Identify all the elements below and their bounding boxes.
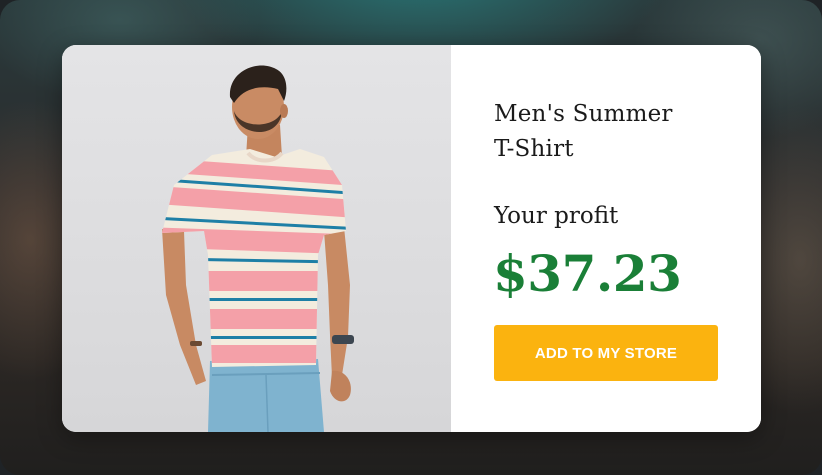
product-title-line2: T-Shirt [494,136,574,162]
watch [332,335,354,344]
add-to-store-button[interactable]: ADD TO MY STORE [494,325,718,381]
product-info-panel: Men's Summer T-Shirt Your profit $37.23 A… [451,45,761,432]
model-illustration [162,65,354,432]
product-title-line1: Men's Summer [494,101,673,127]
product-photo [62,45,451,432]
arm-left [324,227,350,377]
product-card: Men's Summer T-Shirt Your profit $37.23 A… [62,45,761,432]
product-title: Men's Summer T-Shirt [494,97,714,167]
arm-right [162,229,206,385]
profit-label: Your profit [494,203,619,229]
profit-value: $37.23 [493,244,682,303]
